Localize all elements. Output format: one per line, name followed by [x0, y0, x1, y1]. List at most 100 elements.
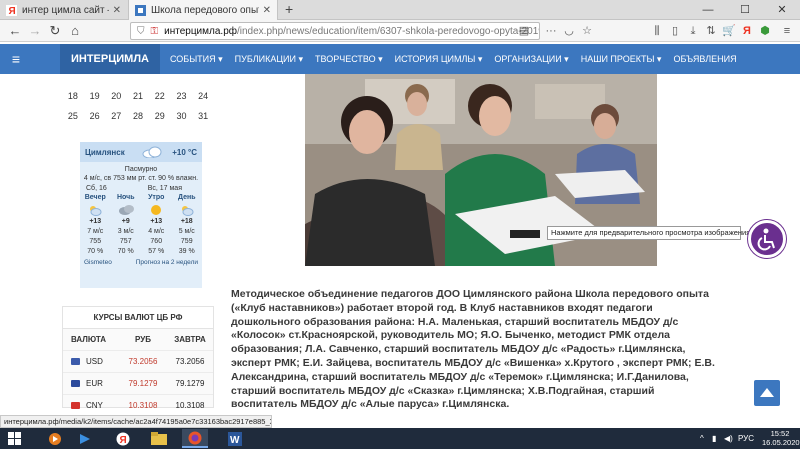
- home-icon[interactable]: ⌂: [66, 22, 84, 40]
- back-icon[interactable]: ←: [6, 22, 24, 40]
- calendar-day[interactable]: 19: [84, 86, 106, 106]
- arrow-app-taskbar-icon[interactable]: [72, 429, 98, 448]
- image-preview-tooltip: Нажмите для предварительного просмотра и…: [547, 226, 750, 240]
- start-button[interactable]: [2, 429, 28, 448]
- library-icon[interactable]: ⫼: [650, 24, 664, 38]
- forecast-night: Ночь +9 3 м/с 757 70 %: [111, 193, 142, 257]
- reload-icon[interactable]: ↻: [46, 22, 64, 40]
- shield-icon: ⛉: [137, 25, 145, 37]
- column-header: РУБ: [135, 335, 151, 344]
- tab-title: интер цимла сайт — Яндекс: н: [22, 4, 109, 16]
- link-status-bar: интерцимла.рф/media/k2/items/cache/ac2a4…: [0, 415, 272, 428]
- calendar-day[interactable]: 18: [62, 86, 84, 106]
- menu-item-events[interactable]: СОБЫТИЯ ▾: [164, 44, 229, 74]
- sun-icon: [141, 203, 172, 217]
- volume-icon[interactable]: ◀): [724, 428, 733, 449]
- tab-title: Школа передового опыта-201: [151, 4, 259, 16]
- tray-expand-icon[interactable]: ^: [700, 428, 704, 449]
- weather-city: Цимлянск: [85, 147, 125, 157]
- site-brand[interactable]: ИНТЕРЦИМЛА: [60, 44, 160, 74]
- file-explorer-taskbar-icon[interactable]: [146, 429, 172, 448]
- sync-icon[interactable]: ⇅: [704, 24, 718, 38]
- forecast-period: Ночь: [116, 194, 135, 201]
- main-menu: СОБЫТИЯ ▾ ПУБЛИКАЦИИ ▾ ТВОРЧЕСТВО ▾ ИСТО…: [164, 44, 743, 74]
- menu-item-organizations[interactable]: ОРГАНИЗАЦИИ ▾: [488, 44, 574, 74]
- pocket-icon[interactable]: ◡: [562, 24, 576, 38]
- calendar-day[interactable]: 24: [192, 86, 214, 106]
- currency-code: USD: [86, 357, 103, 366]
- new-tab-icon[interactable]: +: [285, 1, 293, 17]
- browser-toolbar: ← → ↻ ⌂ ⛉ ⚿ интерцимла.рф /index.php/new…: [0, 20, 800, 42]
- accessibility-button[interactable]: [748, 220, 786, 258]
- language-indicator[interactable]: РУС: [738, 428, 754, 449]
- weather-condition: Пасмурно: [124, 166, 158, 173]
- forecast-wind: 5 м/с: [178, 228, 195, 235]
- reader-view-icon[interactable]: ▤: [517, 24, 531, 38]
- network-icon[interactable]: ▮: [712, 428, 716, 449]
- rate-today: 73.2056: [128, 357, 158, 366]
- gismeteo-logo[interactable]: Gismeteo: [84, 259, 112, 266]
- calendar-day[interactable]: 29: [149, 106, 171, 126]
- scroll-to-top-button[interactable]: [754, 380, 780, 406]
- url-bar[interactable]: ⛉ ⚿ интерцимла.рф /index.php/news/educat…: [130, 22, 540, 40]
- calendar-day[interactable]: 20: [105, 86, 127, 106]
- bookmark-star-icon[interactable]: ☆: [580, 24, 594, 38]
- forecast-wind: 7 м/с: [87, 228, 104, 235]
- calendar-day[interactable]: 30: [171, 106, 193, 126]
- calendar-day[interactable]: 28: [127, 106, 149, 126]
- tab-yandex-search[interactable]: Я интер цимла сайт — Яндекс: н ✕: [0, 0, 127, 20]
- insecure-lock-icon: ⚿: [150, 25, 159, 37]
- forecast-day: День +18 5 м/с 759 39 %: [172, 193, 203, 257]
- more-actions-icon[interactable]: ···: [544, 24, 558, 38]
- menu-item-publications[interactable]: ПУБЛИКАЦИИ ▾: [229, 44, 309, 74]
- extension-icon[interactable]: ⬢: [758, 24, 772, 38]
- menu-item-announcements[interactable]: ОБЪЯВЛЕНИЯ: [667, 44, 742, 74]
- calendar-day[interactable]: 23: [171, 86, 193, 106]
- hamburger-icon[interactable]: ≡: [6, 44, 26, 74]
- word-taskbar-icon[interactable]: W: [222, 429, 248, 448]
- minimize-button[interactable]: —: [690, 0, 726, 20]
- yandex-browser-taskbar-icon[interactable]: Я: [110, 429, 136, 448]
- sidebar-icon[interactable]: ▯: [668, 24, 682, 38]
- url-path: /index.php/news/education/item/6307-shko…: [236, 25, 540, 37]
- clock-time: 15:52: [770, 429, 790, 438]
- calendar-day[interactable]: 22: [149, 86, 171, 106]
- forecast-link[interactable]: Прогноз на 2 недели: [136, 259, 198, 266]
- site-navigation: ≡ ИНТЕРЦИМЛА СОБЫТИЯ ▾ ПУБЛИКАЦИИ ▾ ТВОР…: [0, 44, 800, 74]
- firefox-taskbar-icon[interactable]: [182, 429, 208, 448]
- calendar-day[interactable]: 25: [62, 106, 84, 126]
- weather-details: 4 м/с, св 753 мм рт. ст. 90 % влажн.: [83, 175, 199, 182]
- tab-school-article[interactable]: Школа передового опыта-201 ✕: [128, 0, 278, 20]
- close-tab-icon[interactable]: ✕: [113, 5, 121, 16]
- clock[interactable]: 15:52 16.05.2020: [762, 429, 800, 447]
- calendar-day[interactable]: 27: [105, 106, 127, 126]
- menu-icon[interactable]: ≡: [780, 24, 794, 38]
- menu-item-projects[interactable]: НАШИ ПРОЕКТЫ ▾: [575, 44, 668, 74]
- calendar-day[interactable]: 21: [127, 86, 149, 106]
- weather-forecast: Вечер +13 7 м/с 755 70 % Ночь +9 3 м/с 7…: [80, 193, 202, 257]
- article-text: Методическое объединение педагогов ДОО Ц…: [231, 288, 715, 411]
- download-icon[interactable]: ⤓: [686, 24, 700, 38]
- cart-icon[interactable]: 🛒: [722, 24, 736, 38]
- calendar-day[interactable]: 31: [192, 106, 214, 126]
- maximize-button[interactable]: ☐: [727, 0, 763, 20]
- weather-widget[interactable]: Цимлянск +10 °C Пасмурно 4 м/с, св 753 м…: [80, 142, 202, 288]
- cloud-dark-icon: [111, 203, 142, 217]
- rate-tomorrow: 10.3108: [175, 401, 205, 410]
- forecast-temp: +13: [89, 218, 102, 225]
- menu-item-creativity[interactable]: ТВОРЧЕСТВО ▾: [309, 44, 389, 74]
- forward-icon[interactable]: →: [26, 22, 44, 40]
- weather-days: Сб, 16 Вс, 17 мая: [80, 183, 202, 192]
- site-favicon-icon: [135, 4, 146, 16]
- wheelchair-icon: [757, 228, 775, 251]
- rate-row-eur: EUR 79.1279 79.1279: [63, 373, 213, 395]
- close-tab-icon[interactable]: ✕: [263, 5, 271, 16]
- menu-item-history[interactable]: ИСТОРИЯ ЦИМЛЫ ▾: [389, 44, 489, 74]
- svg-text:Я: Я: [9, 6, 16, 16]
- cloud-icon: [142, 146, 162, 159]
- currency-cell: CNY: [63, 401, 119, 410]
- close-window-button[interactable]: ✕: [764, 0, 800, 20]
- yandex-extension-icon[interactable]: Я: [740, 24, 754, 38]
- media-player-taskbar-icon[interactable]: [42, 429, 68, 448]
- calendar-day[interactable]: 26: [84, 106, 106, 126]
